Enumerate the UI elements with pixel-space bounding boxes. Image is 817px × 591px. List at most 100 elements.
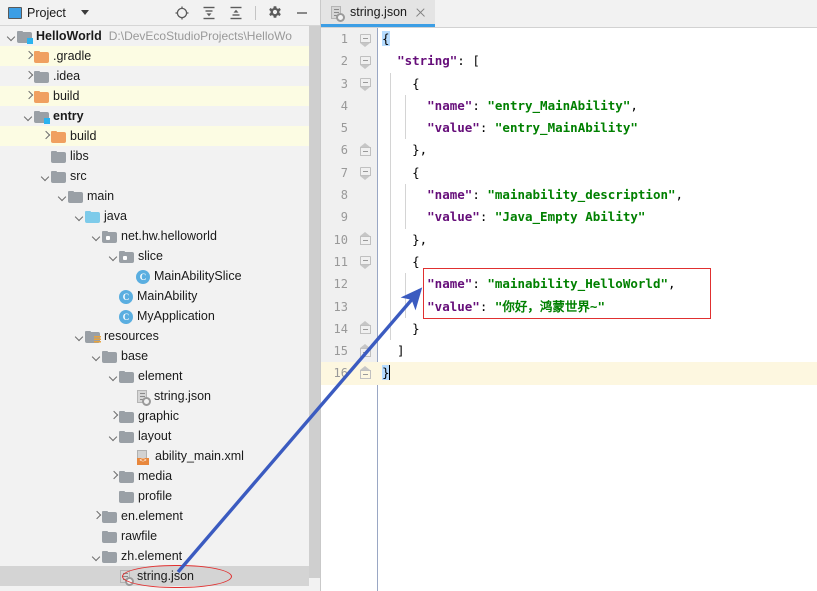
tree-scrollbar[interactable]	[309, 26, 320, 591]
scroll-from-source-icon[interactable]	[174, 5, 190, 21]
fold-gutter[interactable]	[355, 317, 377, 341]
fold-gutter[interactable]	[355, 117, 377, 140]
code-line[interactable]: 8 "name": "mainability_description",	[321, 184, 817, 207]
tree-node-profile[interactable]: profile	[0, 486, 320, 506]
tree-node-build[interactable]: build	[0, 126, 320, 146]
fold-gutter[interactable]	[355, 340, 377, 363]
chevron-right-icon[interactable]	[23, 51, 34, 62]
code-line[interactable]: 6 },	[321, 139, 817, 162]
chevron-down-icon[interactable]	[91, 551, 102, 562]
tree-scrollbar-thumb[interactable]	[309, 26, 320, 578]
chevron-down-icon[interactable]	[74, 331, 85, 342]
tree-node-ability-main-xml[interactable]: <> ability_main.xml	[0, 446, 320, 466]
chevron-down-icon[interactable]	[40, 171, 51, 182]
tree-node-gradle[interactable]: .gradle	[0, 46, 320, 66]
expand-all-icon[interactable]	[201, 5, 217, 21]
chevron-down-icon[interactable]	[108, 371, 119, 382]
chevron-right-icon[interactable]	[23, 71, 34, 82]
tab-string-json[interactable]: string.json	[321, 0, 435, 27]
tree-node-element[interactable]: element	[0, 366, 320, 386]
chevron-down-icon[interactable]	[108, 431, 119, 442]
chevron-right-icon[interactable]	[108, 471, 119, 482]
code-line[interactable]: 10 },	[321, 228, 817, 251]
chevron-down-icon[interactable]	[108, 251, 119, 262]
tree-node-en-element[interactable]: en.element	[0, 506, 320, 526]
settings-gear-icon[interactable]	[267, 5, 283, 21]
project-title-button[interactable]: Project	[8, 6, 89, 20]
tree-node-graphic[interactable]: graphic	[0, 406, 320, 426]
tree-node-main[interactable]: main	[0, 186, 320, 206]
project-tree[interactable]: HelloWorld D:\DevEcoStudioProjects\HelloW…	[0, 26, 320, 591]
fold-end-icon[interactable]	[360, 232, 371, 246]
close-icon[interactable]	[415, 7, 426, 18]
tree-node-string-json[interactable]: string.json	[0, 386, 320, 406]
chevron-down-icon[interactable]	[57, 191, 68, 202]
code-line[interactable]: 1{	[321, 28, 817, 51]
chevron-right-icon[interactable]	[108, 411, 119, 422]
fold-gutter[interactable]	[355, 250, 377, 274]
chevron-right-icon[interactable]	[40, 131, 51, 142]
tree-node-base[interactable]: base	[0, 346, 320, 366]
chevron-down-icon[interactable]	[80, 10, 89, 15]
code-line[interactable]: 14 }	[321, 317, 817, 341]
chevron-right-icon[interactable]	[91, 511, 102, 522]
tree-node-layout[interactable]: layout	[0, 426, 320, 446]
fold-gutter[interactable]	[355, 228, 377, 251]
fold-gutter[interactable]	[355, 50, 377, 73]
fold-collapse-icon[interactable]	[360, 55, 371, 69]
code-line[interactable]: 2 "string": [	[321, 50, 817, 73]
fold-collapse-icon[interactable]	[360, 33, 371, 47]
tree-node-java[interactable]: java	[0, 206, 320, 226]
tree-node-helloworld[interactable]: HelloWorld D:\DevEcoStudioProjects\HelloW…	[0, 26, 320, 46]
tree-node-myapplication[interactable]: C MyApplication	[0, 306, 320, 326]
tree-node-src[interactable]: src	[0, 166, 320, 186]
code-line[interactable]: 13 "value": "你好，鸿蒙世界~"	[321, 295, 817, 318]
fold-gutter[interactable]	[355, 139, 377, 162]
fold-gutter[interactable]	[355, 161, 377, 185]
chevron-down-icon[interactable]	[74, 211, 85, 222]
chevron-right-icon[interactable]	[23, 91, 34, 102]
collapse-all-icon[interactable]	[228, 5, 244, 21]
fold-gutter[interactable]	[355, 362, 377, 385]
fold-end-icon[interactable]	[360, 142, 371, 156]
chevron-down-icon[interactable]	[91, 351, 102, 362]
code-line[interactable]: 11 {	[321, 250, 817, 274]
fold-end-icon[interactable]	[360, 321, 371, 335]
fold-end-icon[interactable]	[360, 365, 371, 379]
code-line[interactable]: 9 "value": "Java_Empty Ability"	[321, 206, 817, 229]
tree-node-string-json[interactable]: string.json	[0, 566, 320, 586]
tree-node-net-hw-helloworld[interactable]: net.hw.helloworld	[0, 226, 320, 246]
code-line[interactable]: 12 "name": "mainability_HelloWorld",	[321, 273, 817, 296]
tree-node-rawfile[interactable]: rawfile	[0, 526, 320, 546]
fold-gutter[interactable]	[355, 72, 377, 95]
chevron-down-icon[interactable]	[91, 231, 102, 242]
code-line[interactable]: 16}	[321, 362, 817, 385]
tree-node-mainabilityslice[interactable]: C MainAbilitySlice	[0, 266, 320, 286]
fold-gutter[interactable]	[355, 28, 377, 51]
fold-gutter[interactable]	[355, 206, 377, 229]
fold-gutter[interactable]	[355, 94, 377, 118]
code-line[interactable]: 5 "value": "entry_MainAbility"	[321, 117, 817, 140]
code-line[interactable]: 7 {	[321, 161, 817, 185]
code-line[interactable]: 4 "name": "entry_MainAbility",	[321, 94, 817, 118]
fold-gutter[interactable]	[355, 295, 377, 318]
hide-icon[interactable]	[294, 5, 310, 21]
fold-collapse-icon[interactable]	[360, 256, 371, 270]
fold-collapse-icon[interactable]	[360, 167, 371, 181]
tree-node-build[interactable]: build	[0, 86, 320, 106]
tree-node-resources[interactable]: resources	[0, 326, 320, 346]
tree-node-entry[interactable]: entry	[0, 106, 320, 126]
code-line[interactable]: 15 ]	[321, 340, 817, 363]
code-line[interactable]: 3 {	[321, 72, 817, 95]
chevron-down-icon[interactable]	[6, 31, 17, 42]
fold-end-icon[interactable]	[360, 343, 371, 357]
fold-collapse-icon[interactable]	[360, 78, 371, 92]
fold-gutter[interactable]	[355, 273, 377, 296]
tree-node-zh-element[interactable]: zh.element	[0, 546, 320, 566]
tree-node-slice[interactable]: slice	[0, 246, 320, 266]
tree-node-mainability[interactable]: C MainAbility	[0, 286, 320, 306]
fold-gutter[interactable]	[355, 184, 377, 207]
tree-node-idea[interactable]: .idea	[0, 66, 320, 86]
tree-node-libs[interactable]: libs	[0, 146, 320, 166]
code-editor[interactable]: 1{2 "string": [3 {4 "name": "entry_MainA…	[321, 28, 817, 591]
